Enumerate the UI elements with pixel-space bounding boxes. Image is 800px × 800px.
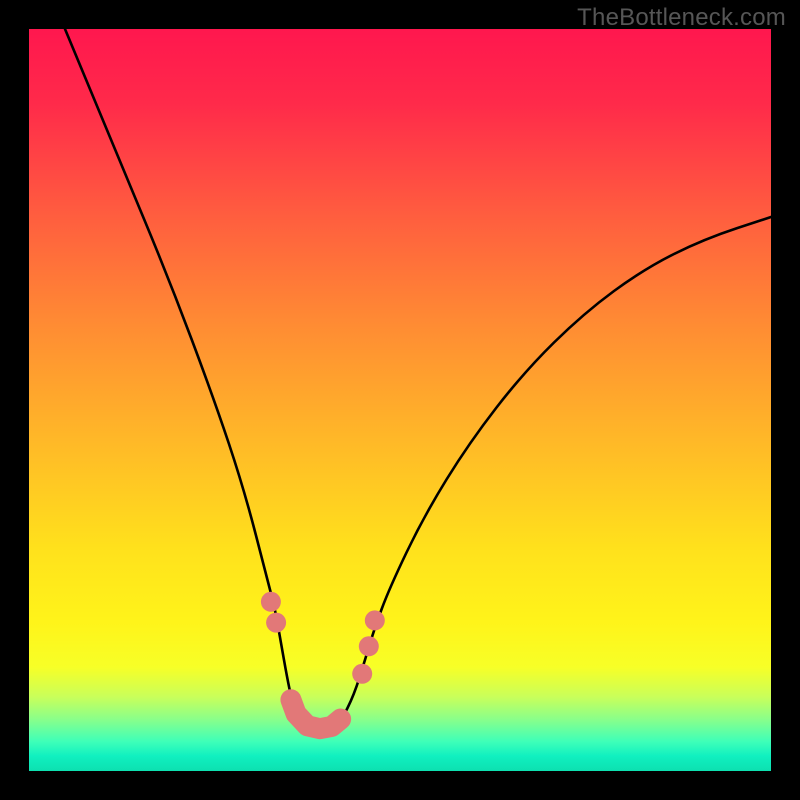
- curve-right: [317, 217, 771, 733]
- curve-marker: [365, 610, 385, 630]
- watermark-text: TheBottleneck.com: [577, 4, 786, 32]
- chart-svg: [29, 29, 771, 771]
- curve-marker: [359, 636, 379, 656]
- curve-marker: [282, 691, 302, 711]
- chart-plot-area: [29, 29, 771, 771]
- curve-marker: [261, 592, 281, 612]
- curve-marker: [266, 613, 286, 633]
- curve-markers: [261, 592, 385, 738]
- curve-marker: [352, 664, 372, 684]
- curve-marker: [328, 711, 348, 731]
